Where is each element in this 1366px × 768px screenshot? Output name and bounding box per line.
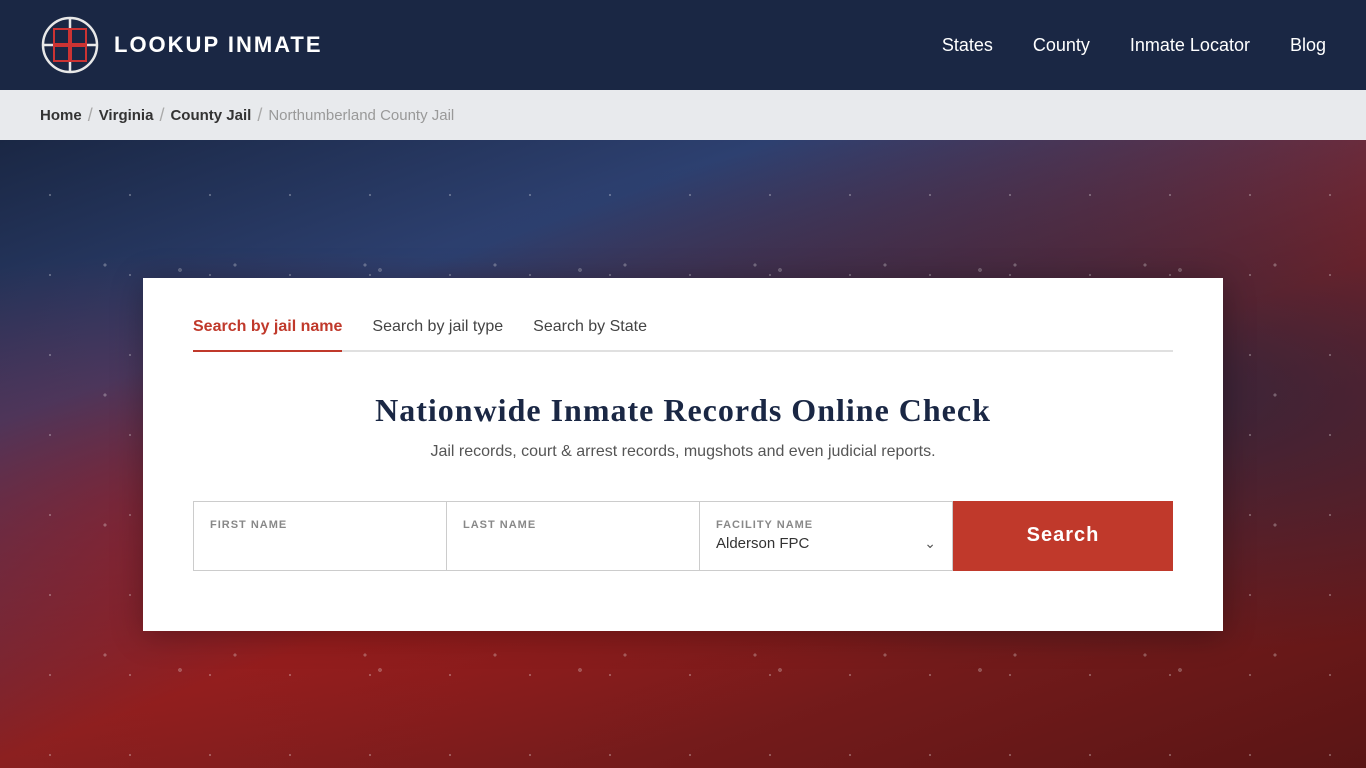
last-name-input[interactable] (463, 535, 683, 552)
breadcrumb-county-jail[interactable]: County Jail (170, 107, 251, 124)
card-title: Nationwide Inmate Records Online Check (193, 392, 1173, 429)
logo-icon (40, 15, 100, 75)
facility-value: Alderson FPC (716, 535, 809, 552)
search-card: Search by jail name Search by jail type … (143, 278, 1223, 631)
breadcrumb: Home / Virginia / County Jail / Northumb… (0, 90, 1366, 140)
first-name-label: FIRST NAME (210, 519, 430, 531)
search-tabs: Search by jail name Search by jail type … (193, 318, 1173, 352)
breadcrumb-sep-2: / (159, 105, 164, 126)
logo-text: LOOKUP INMATE (114, 32, 323, 58)
logo-area[interactable]: LOOKUP INMATE (40, 15, 323, 75)
breadcrumb-sep-1: / (88, 105, 93, 126)
nav-county[interactable]: County (1033, 35, 1090, 55)
search-button[interactable]: Search (953, 501, 1173, 571)
nav-blog[interactable]: Blog (1290, 35, 1326, 55)
nav-states[interactable]: States (942, 35, 993, 55)
breadcrumb-current: Northumberland County Jail (268, 107, 454, 124)
card-subtitle: Jail records, court & arrest records, mu… (193, 443, 1173, 461)
breadcrumb-home[interactable]: Home (40, 107, 82, 124)
facility-name-field[interactable]: FACILITY NAME Alderson FPC ⌄ (700, 501, 953, 571)
facility-label: FACILITY NAME (716, 519, 936, 531)
breadcrumb-sep-3: / (257, 105, 262, 126)
main-nav: States County Inmate Locator Blog (942, 35, 1326, 56)
tab-state[interactable]: Search by State (533, 318, 647, 336)
last-name-field[interactable]: LAST NAME (447, 501, 700, 571)
first-name-input[interactable] (210, 535, 430, 552)
search-form: FIRST NAME LAST NAME FACILITY NAME Alder… (193, 501, 1173, 571)
first-name-field[interactable]: FIRST NAME (193, 501, 447, 571)
nav-inmate-locator[interactable]: Inmate Locator (1130, 35, 1250, 55)
breadcrumb-virginia[interactable]: Virginia (99, 107, 154, 124)
chevron-down-icon: ⌄ (924, 535, 936, 552)
tab-jail-type[interactable]: Search by jail type (372, 318, 503, 336)
hero-section: Search by jail name Search by jail type … (0, 140, 1366, 768)
tab-jail-name[interactable]: Search by jail name (193, 318, 342, 352)
header: LOOKUP INMATE States County Inmate Locat… (0, 0, 1366, 90)
last-name-label: LAST NAME (463, 519, 683, 531)
